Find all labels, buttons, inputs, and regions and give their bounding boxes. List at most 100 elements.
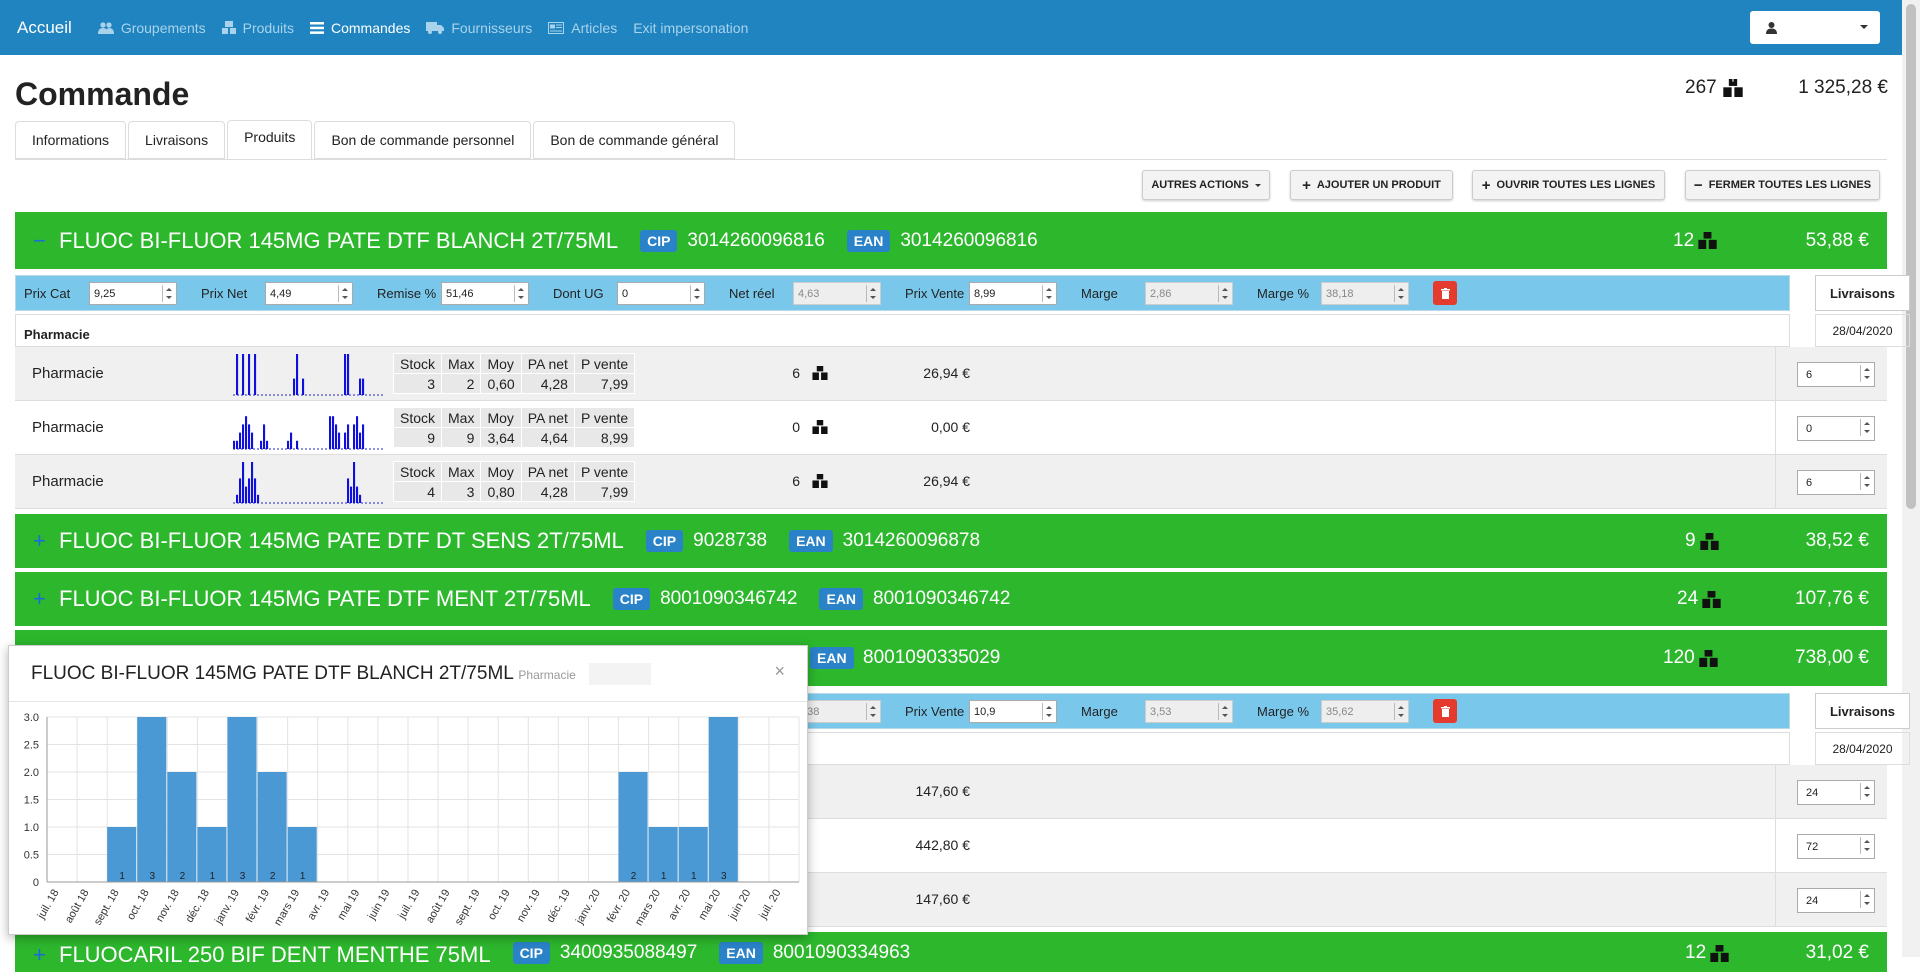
cip-badge: CIP — [512, 942, 550, 964]
ajouter-produit-button[interactable]: + AJOUTER UN PRODUIT — [1290, 170, 1453, 200]
y-tick-label: 1.0 — [24, 822, 39, 834]
sparkline-bar — [242, 462, 245, 503]
product-header[interactable]: + FLUOC BI-FLUOR 145MG PATE DTF DT SENS … — [15, 514, 1887, 568]
x-tick-label: sept. 19 — [453, 888, 483, 928]
nav-item-fournisseurs[interactable]: Fournisseurs — [426, 20, 532, 36]
qty-value: 6 — [792, 365, 800, 381]
autres-actions-button[interactable]: AUTRES ACTIONS — [1142, 170, 1270, 200]
stat-header: Stock — [392, 461, 443, 482]
qty-value: 0 — [792, 419, 800, 435]
boxes-icon — [1699, 649, 1718, 667]
row-amount: 26,94 € — [923, 473, 970, 489]
boxes-icon — [1710, 944, 1729, 962]
brand-link[interactable]: Accueil — [17, 18, 72, 38]
x-tick-label: juin 19 — [365, 888, 392, 923]
nav-item-produits[interactable]: Produits — [221, 20, 294, 36]
dont-ug-input[interactable]: 0 — [617, 282, 705, 305]
stat-header: Moy — [480, 353, 522, 374]
product-header[interactable]: + FLUOCARIL 250 BIF DENT MENTHE 75ML CIP… — [15, 932, 1887, 972]
tab-livraisons[interactable]: Livraisons — [128, 121, 226, 159]
x-tick-label: avr. 19 — [305, 888, 332, 923]
boxes-icon — [812, 474, 828, 488]
page-scrollbar[interactable] — [1902, 0, 1920, 957]
stat-value: 0,60 — [480, 373, 522, 394]
delivery-qty-input[interactable]: 24 — [1797, 780, 1875, 805]
boxes-icon — [812, 366, 828, 380]
total-qty-value: 267 — [1685, 77, 1717, 98]
qty-value: 120 — [1663, 647, 1695, 668]
sparkline-bar — [350, 486, 353, 503]
stat-value: 4 — [392, 481, 443, 502]
stat-header: PA net — [520, 353, 575, 374]
qty-value: 9 — [1685, 530, 1696, 551]
product-header[interactable]: − FLUOC BI-FLUOR 145MG PATE DTF BLANCH 2… — [15, 212, 1887, 269]
delivery-qty-input[interactable]: 72 — [1797, 834, 1875, 859]
prix-cat-input[interactable]: 9,25 — [89, 282, 177, 305]
expand-toggle[interactable]: + — [33, 942, 53, 968]
tab-informations[interactable]: Informations — [15, 121, 127, 159]
delivery-qty-input[interactable]: 6 — [1797, 362, 1875, 387]
product-header[interactable]: + FLUOC BI-FLUOR 145MG PATE DTF MENT 2T/… — [15, 572, 1887, 626]
prix-vente-label: Prix Vente — [905, 286, 965, 301]
expand-toggle[interactable]: + — [33, 528, 53, 554]
marge-pct-input: 38,18 — [1321, 282, 1409, 305]
scrollbar-thumb[interactable] — [1906, 4, 1916, 509]
prix-cat-label: Prix Cat — [24, 286, 71, 301]
order-total-amount: 1 325,28 € — [1798, 77, 1888, 98]
chart-bar — [167, 772, 197, 882]
sales-sparkline[interactable] — [233, 408, 383, 450]
delete-button[interactable] — [1433, 699, 1457, 723]
sparkline-bar — [344, 354, 347, 395]
sales-sparkline[interactable] — [233, 354, 383, 396]
delivery-qty-input[interactable]: 0 — [1797, 416, 1875, 441]
boxes-icon — [1723, 79, 1743, 97]
sparkline-bar — [236, 494, 239, 503]
close-icon[interactable]: × — [774, 661, 785, 682]
stat-value: 3,64 — [480, 427, 522, 448]
product-qty: 12 — [1673, 230, 1717, 252]
prix-vente-input[interactable]: 8,99 — [969, 282, 1057, 305]
fermer-lignes-button[interactable]: − FERMER TOUTES LES LIGNES — [1685, 170, 1880, 200]
prix-net-input[interactable]: 4,49 — [265, 282, 353, 305]
x-tick-label: oct. 19 — [486, 888, 513, 923]
stat-value: 4,64 — [520, 427, 575, 448]
row-qty: 6 — [770, 473, 828, 489]
cip-code: 3014260096816 — [687, 229, 825, 251]
sparkline-bar — [251, 432, 254, 449]
nav-item-articles[interactable]: Articles — [548, 20, 617, 36]
cip-code: 9028738 — [693, 530, 768, 551]
x-tick-label: sept. 18 — [92, 888, 122, 928]
remise-input[interactable]: 51,46 — [441, 282, 529, 305]
sparkline-bar — [263, 424, 266, 449]
column-divider — [1775, 347, 1776, 509]
delivery-qty-input[interactable]: 24 — [1797, 888, 1875, 913]
product-name: FLUOC BI-FLUOR 145MG PATE DTF BLANCH 2T/… — [59, 227, 619, 253]
popup-title: FLUOC BI-FLUOR 145MG PATE DTF BLANCH 2T/… — [31, 663, 652, 685]
nav-item-exit-impersonation[interactable]: Exit impersonation — [633, 20, 748, 36]
x-tick-label: févr. 20 — [605, 888, 633, 925]
product-qty: 9 — [1685, 530, 1719, 552]
tab-produits[interactable]: Produits — [227, 120, 313, 160]
bar-value-label: 1 — [300, 871, 306, 882]
livraisons-header: Livraisons — [1815, 275, 1910, 311]
ouvrir-lignes-button[interactable]: + OUVRIR TOUTES LES LIGNES — [1472, 170, 1665, 200]
collapse-toggle[interactable]: − — [33, 228, 53, 254]
delete-button[interactable] — [1433, 281, 1457, 305]
row-amount: 0,00 € — [931, 419, 970, 435]
user-menu-button[interactable] — [1750, 11, 1880, 44]
sparkline-bar — [245, 486, 248, 503]
tab-bon-commande-personnel[interactable]: Bon de commande personnel — [314, 121, 532, 159]
tab-bon-commande-general[interactable]: Bon de commande général — [533, 121, 736, 159]
nav-item-commandes[interactable]: Commandes — [310, 20, 410, 36]
sparkline-bar — [356, 416, 359, 449]
product-total: 107,76 € — [1795, 588, 1869, 609]
sales-sparkline[interactable] — [233, 462, 383, 504]
nav-item-label: Exit impersonation — [633, 19, 749, 36]
sparkline-bar — [245, 416, 248, 449]
nav-item-groupements[interactable]: Groupements — [97, 20, 206, 36]
expand-toggle[interactable]: + — [33, 586, 53, 612]
prix-vente-input[interactable]: 10,9 — [969, 700, 1057, 723]
product-total: 38,52 € — [1805, 530, 1869, 551]
delivery-qty-input[interactable]: 6 — [1797, 470, 1875, 495]
popup-filter-field[interactable] — [589, 663, 652, 685]
